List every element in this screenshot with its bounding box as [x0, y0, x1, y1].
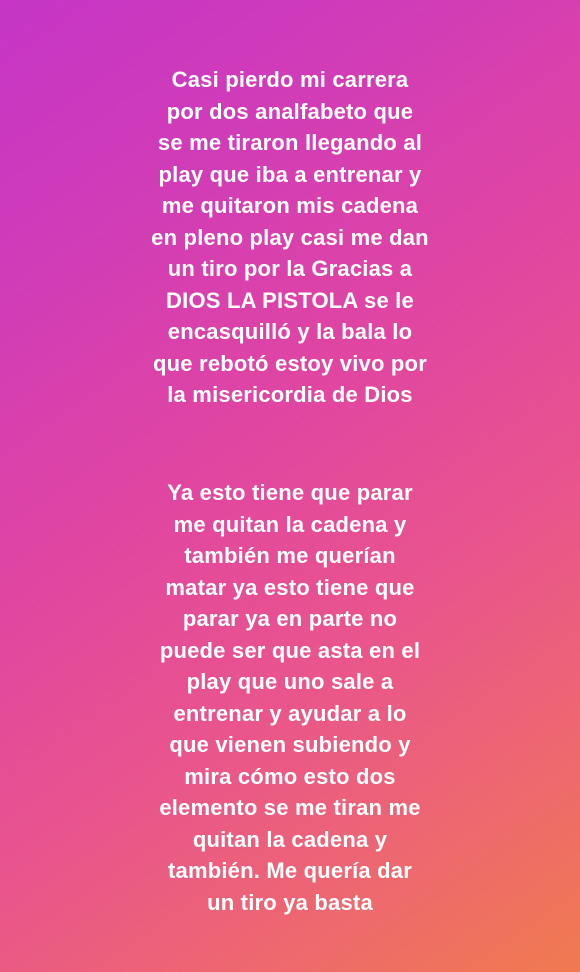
text-line: que vienen subiendo y	[169, 732, 411, 757]
text-line: un tiro por la Gracias a	[167, 256, 413, 281]
text-line: me quitan la cadena y	[173, 511, 407, 537]
text-line: la misericordia de Dios	[167, 382, 413, 407]
text-line: parar ya en parte no	[182, 606, 398, 631]
text-line: play que uno sale a	[186, 669, 394, 694]
text-line: que rebotó estoy vivo por	[153, 350, 427, 376]
text-line: en pleno play casi me dan	[151, 224, 429, 250]
text-line: matar ya esto tiene que	[165, 574, 415, 600]
text-line: elemento se me tiran me	[159, 795, 421, 820]
text-line: un tiro ya basta	[207, 889, 373, 915]
text-line: Casi pierdo mi carrera	[171, 67, 409, 92]
text-line: encasquilló y la bala lo	[167, 319, 413, 344]
text-line: me quitaron mis cadena	[161, 193, 419, 218]
text-line: play que iba a entrenar y	[158, 161, 422, 187]
text-line: Ya esto tiene que parar	[167, 480, 413, 505]
text-line: entrenar y ayudar a lo	[173, 700, 407, 726]
text-line: mira cómo esto dos	[184, 763, 396, 789]
text-line: quitan la cadena y	[192, 826, 388, 852]
story-canvas: Casi pierdo mi carrera por dos analfabet…	[0, 0, 580, 972]
text-line: puede ser que asta en el	[159, 637, 421, 663]
text-line: por dos analfabeto que	[166, 98, 414, 124]
story-text-paragraph-2: Ya esto tiene que parar me quitan la cad…	[0, 477, 580, 918]
text-line: también. Me quería dar	[167, 858, 412, 883]
text-line: se me tiraron llegando al	[157, 130, 423, 155]
text-line: DIOS LA PISTOLA se le	[166, 287, 414, 313]
text-line: también me querían	[184, 543, 396, 568]
story-text-paragraph-1: Casi pierdo mi carrera por dos analfabet…	[0, 64, 580, 411]
